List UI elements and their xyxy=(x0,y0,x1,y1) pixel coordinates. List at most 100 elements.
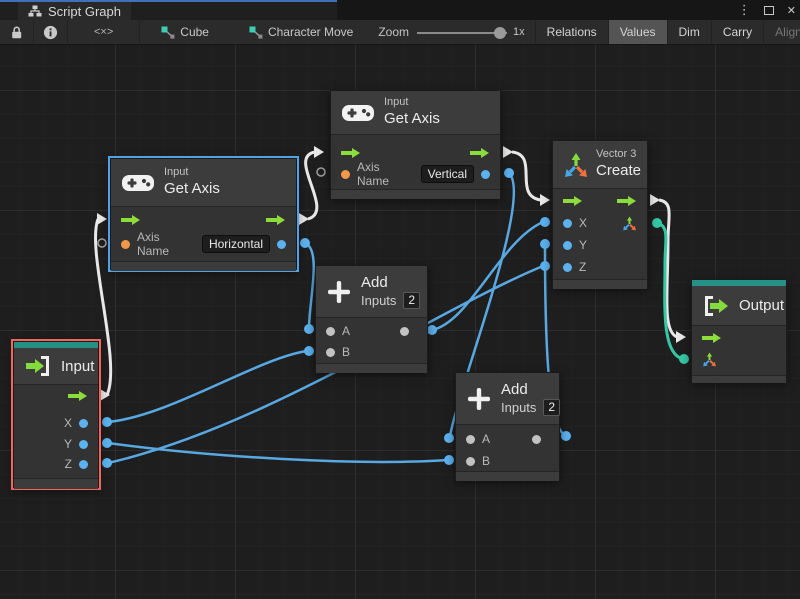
flow-arrowhead[interactable] xyxy=(503,146,513,158)
axis-name-port[interactable] xyxy=(341,170,350,179)
port-y-in[interactable] xyxy=(563,241,572,250)
node-get-axis-vertical[interactable]: Input Get Axis Axis Name Vertical xyxy=(330,90,501,198)
flow-arrowhead[interactable] xyxy=(97,213,107,225)
port-z-label: Z xyxy=(65,457,72,471)
node-input[interactable]: Input X Y Z xyxy=(13,341,99,488)
wire-flow-vector3-to-output[interactable] xyxy=(659,200,677,337)
dim-button[interactable]: Dim xyxy=(667,20,711,45)
node-header[interactable]: Add Inputs 2 xyxy=(456,373,559,425)
inputs-count-field[interactable]: 2 xyxy=(403,292,420,309)
wire-input-x-to-add1-b[interactable] xyxy=(108,351,307,422)
node-title: Get Axis xyxy=(384,110,440,129)
port-b-in[interactable] xyxy=(326,348,335,357)
node-header[interactable]: Output xyxy=(692,286,786,326)
connection-dot[interactable] xyxy=(304,346,314,356)
axis-name-field[interactable]: Vertical xyxy=(421,165,474,183)
zoom-slider-knob[interactable] xyxy=(494,27,506,39)
flow-in-port[interactable] xyxy=(702,332,722,344)
flow-out-port[interactable] xyxy=(266,214,286,226)
port-x-out[interactable] xyxy=(79,419,88,428)
flow-arrowhead[interactable] xyxy=(314,146,324,158)
vector3-icon xyxy=(563,152,589,178)
connection-dot[interactable] xyxy=(444,433,454,443)
node-add-2[interactable]: Add Inputs 2 A B xyxy=(455,372,560,480)
unconnected-port-ring[interactable] xyxy=(98,239,106,247)
connection-dot[interactable] xyxy=(540,217,550,227)
inputs-count-field[interactable]: 2 xyxy=(543,399,560,416)
window-menu-icon[interactable]: ⋮ xyxy=(738,2,751,18)
node-footer xyxy=(331,189,500,199)
node-vector3-create[interactable]: Vector 3 Create X xyxy=(552,140,648,288)
port-z-out[interactable] xyxy=(79,460,88,469)
connection-dot-vector[interactable] xyxy=(652,218,662,228)
port-a-in[interactable] xyxy=(326,327,335,336)
breadcrumb-cube[interactable]: Cube xyxy=(152,20,218,45)
vector3-in-port[interactable] xyxy=(702,352,717,367)
flow-in-port[interactable] xyxy=(341,147,361,159)
flow-arrowhead[interactable] xyxy=(299,213,309,225)
wire-getaxis-horizontal-to-add1-a[interactable] xyxy=(305,243,314,329)
value-out-port[interactable] xyxy=(277,240,286,249)
zoom-slider[interactable] xyxy=(417,20,507,45)
connection-dot[interactable] xyxy=(540,239,550,249)
unconnected-port-ring[interactable] xyxy=(317,168,325,176)
variables-button[interactable]: <×> xyxy=(68,20,139,45)
flow-arrowhead[interactable] xyxy=(540,194,550,206)
connection-dot[interactable] xyxy=(102,438,112,448)
inputs-label: Inputs xyxy=(501,400,536,416)
tab-script-graph[interactable]: Script Graph xyxy=(18,2,131,20)
values-button[interactable]: Values xyxy=(608,20,667,45)
node-header[interactable]: Input Get Axis xyxy=(111,159,296,207)
node-category: Vector 3 xyxy=(596,148,641,162)
carry-button[interactable]: Carry xyxy=(711,20,763,45)
wire-input-y-to-add2-b[interactable] xyxy=(108,443,447,462)
info-button[interactable] xyxy=(34,20,67,45)
breadcrumb-character-move[interactable]: Character Move xyxy=(240,20,362,45)
connection-dot[interactable] xyxy=(444,455,454,465)
flow-arrowhead[interactable] xyxy=(650,194,660,206)
node-header[interactable]: Input xyxy=(14,348,98,385)
result-out-port[interactable] xyxy=(400,327,409,336)
flow-in-port[interactable] xyxy=(121,214,141,226)
node-header[interactable]: Vector 3 Create xyxy=(553,141,647,189)
connection-dot[interactable] xyxy=(102,417,112,427)
port-x-in[interactable] xyxy=(563,219,572,228)
connection-dot[interactable] xyxy=(300,238,310,248)
node-get-axis-horizontal[interactable]: Input Get Axis Axis Name Horizontal xyxy=(110,158,297,270)
connection-dot[interactable] xyxy=(561,431,571,441)
value-out-port[interactable] xyxy=(481,170,490,179)
connection-dot[interactable] xyxy=(540,261,550,271)
node-add-1[interactable]: Add Inputs 2 A B xyxy=(315,265,428,372)
port-x-label: X xyxy=(579,216,587,230)
connection-dot[interactable] xyxy=(304,324,314,334)
axis-name-port[interactable] xyxy=(121,240,130,249)
port-z-in[interactable] xyxy=(563,263,572,272)
result-out-port[interactable] xyxy=(532,435,541,444)
node-header[interactable]: Input Get Axis xyxy=(331,91,500,135)
flow-out-port[interactable] xyxy=(617,195,637,207)
lock-button[interactable] xyxy=(0,20,33,45)
port-a-in[interactable] xyxy=(466,435,475,444)
connection-dot-vector[interactable] xyxy=(679,354,689,364)
port-y-out[interactable] xyxy=(79,440,88,449)
wire-flow-getaxis-vertical-to-vector3[interactable] xyxy=(512,152,541,200)
vector3-out-port[interactable] xyxy=(622,216,637,231)
relations-button[interactable]: Relations xyxy=(535,20,608,45)
connection-dot[interactable] xyxy=(504,168,514,178)
graph-canvas[interactable]: Input Get Axis Axis Name Vertical xyxy=(0,45,800,599)
flow-arrowhead[interactable] xyxy=(676,331,686,343)
flow-out-port[interactable] xyxy=(470,147,490,159)
maximize-icon[interactable] xyxy=(764,6,774,15)
wire-flow-getaxis-horizontal-to-getaxis-vertical[interactable] xyxy=(306,152,317,219)
port-b-in[interactable] xyxy=(466,457,475,466)
connection-dot[interactable] xyxy=(102,458,112,468)
node-header[interactable]: Add Inputs 2 xyxy=(316,266,427,318)
flow-in-port[interactable] xyxy=(563,195,583,207)
connection-dot[interactable] xyxy=(427,325,437,335)
flow-out-port[interactable] xyxy=(68,390,88,402)
wire-add1-to-vector3-x[interactable] xyxy=(432,222,543,330)
node-output[interactable]: Output xyxy=(691,279,787,382)
close-icon[interactable]: ✕ xyxy=(787,4,796,17)
axis-name-field[interactable]: Horizontal xyxy=(202,235,270,253)
align-dropdown[interactable]: Align ▾ xyxy=(763,20,800,45)
